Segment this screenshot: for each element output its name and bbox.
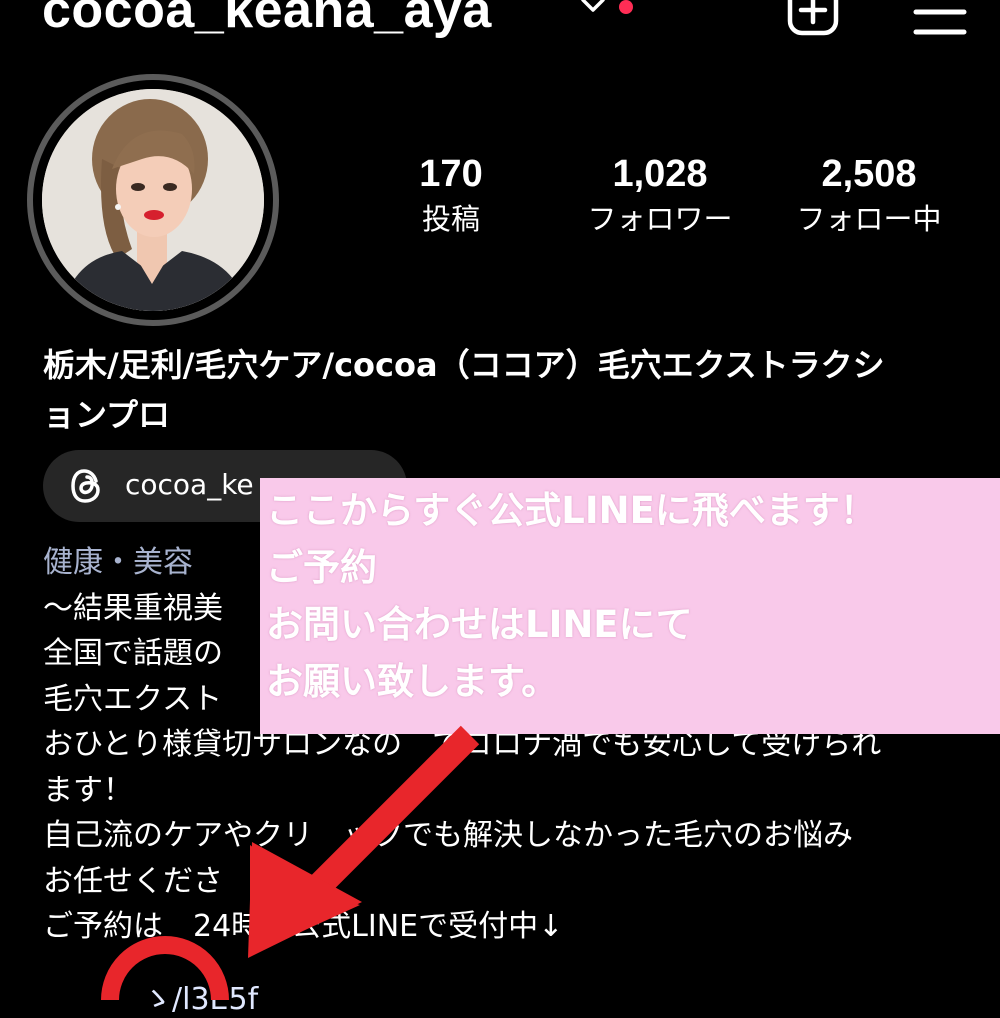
- avatar-photo: [42, 89, 264, 311]
- stat-following[interactable]: 2,508 フォロー中: [774, 150, 964, 238]
- notification-dot: [619, 0, 633, 14]
- following-count: 2,508: [821, 153, 917, 195]
- threads-handle: cocoa_ke: [125, 468, 254, 501]
- avatar[interactable]: [42, 89, 264, 311]
- bio-line: お任せくださ: [43, 863, 223, 899]
- stat-followers[interactable]: 1,028 フォロワー: [565, 150, 755, 238]
- display-name: 栃木/足利/毛穴ケア/cocoa（ココア）毛穴エクストラクシ ョンプロ: [43, 340, 973, 440]
- overlay-line: ここからすぐ公式LINEに飛べます！: [266, 489, 877, 532]
- display-name-line: ョンプロ: [43, 396, 171, 434]
- chevron-down-icon[interactable]: [580, 0, 606, 16]
- overlay-line: ご予約: [266, 546, 377, 589]
- profile-username: cocoa_keana_aya: [42, 0, 492, 39]
- menu-icon[interactable]: [912, 0, 968, 36]
- overlay-callout: ここからすぐ公式LINEに飛べます！ ご予約 お問い合わせはLINEにて お願い…: [260, 478, 1000, 734]
- bio-line: ご予約は 24時間公式LINEで受付中↓: [43, 909, 564, 944]
- bio-line: 自己流のケアやクリ ックでも解決しなかった毛穴のお悩み: [43, 818, 853, 853]
- threads-icon: [71, 469, 100, 503]
- overlay-line: お願い致します。: [266, 660, 559, 703]
- bio-line: ます！: [43, 772, 133, 808]
- overlay-line: お問い合わせはLINEにて: [266, 603, 693, 646]
- posts-label: 投稿: [421, 202, 480, 236]
- display-name-line: 栃木/足利/毛穴ケア/cocoa（ココア）毛穴エクストラクシ: [43, 346, 885, 384]
- followers-count: 1,028: [612, 153, 708, 195]
- followers-label: フォロワー: [587, 202, 733, 236]
- create-post-icon[interactable]: [787, 0, 839, 36]
- following-label: フォロー中: [796, 202, 942, 236]
- stat-posts[interactable]: 170 投稿: [396, 150, 506, 238]
- posts-count: 170: [419, 153, 483, 195]
- bio-link[interactable]: ゝ/l3E5f: [52, 974, 258, 1018]
